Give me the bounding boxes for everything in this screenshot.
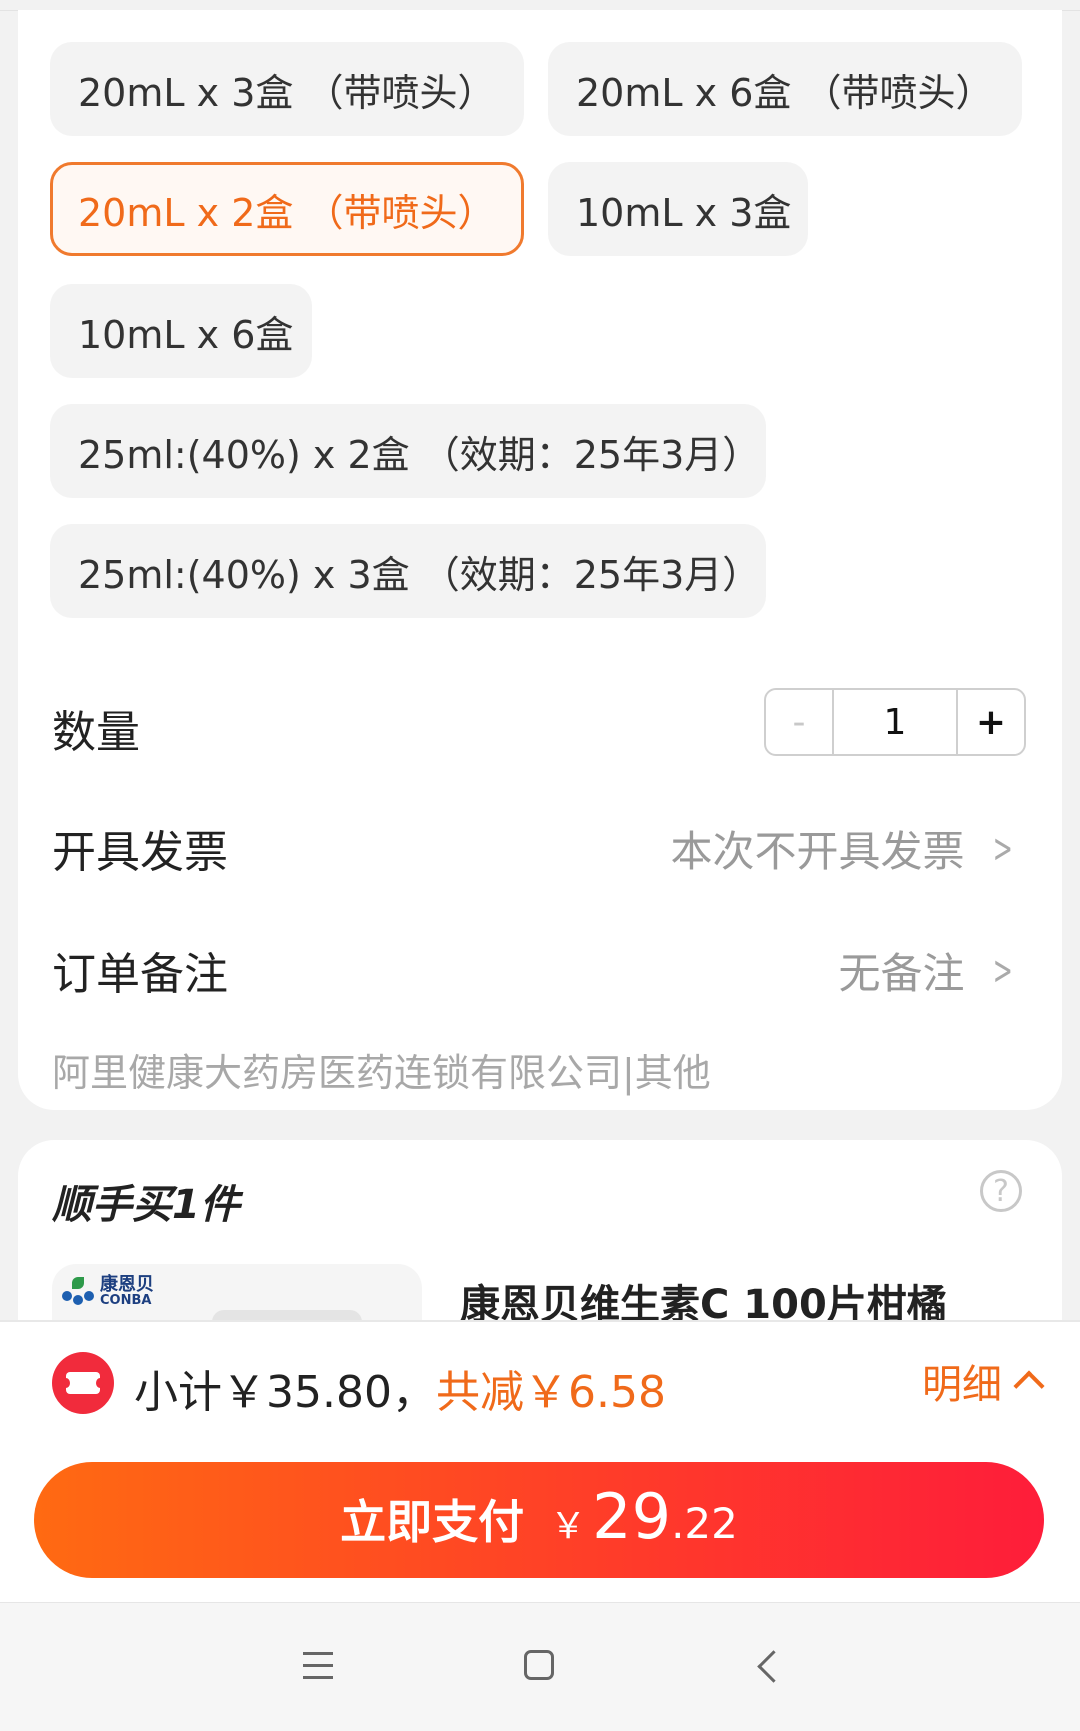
spec-option[interactable]: 20mL x 3盒 （带喷头） <box>50 42 524 136</box>
remark-label: 订单备注 <box>52 949 228 1000</box>
quantity-increase-button[interactable]: + <box>956 690 1024 754</box>
home-icon[interactable] <box>524 1650 554 1680</box>
brand-logo-cn: 康恩贝 <box>100 1274 154 1295</box>
quantity-stepper: - 1 + <box>764 688 1026 756</box>
pay-currency: ￥ <box>550 1506 587 1547</box>
discount-text: 共减￥6.58 <box>435 1367 666 1418</box>
remark-value: 无备注 <box>838 949 965 998</box>
brand-logo: 康恩贝 CONBA <box>62 1276 154 1307</box>
addon-title: 顺手买1件 <box>52 1182 240 1228</box>
spec-option[interactable]: 25ml:(40%) x 3盒 （效期：25年3月） <box>50 524 766 618</box>
pay-label: 立即支付 <box>340 1495 525 1549</box>
spec-option[interactable]: 10mL x 3盒 <box>548 162 808 256</box>
spec-option-selected[interactable]: 20mL x 2盒 （带喷头） <box>50 162 524 256</box>
invoice-value: 本次不开具发票 <box>670 827 965 876</box>
price-summary: 小计￥35.80，共减￥6.58 <box>134 1356 666 1420</box>
chevron-right-icon: > <box>993 947 1014 994</box>
brand-logo-mark <box>62 1276 94 1307</box>
chevron-up-icon <box>1013 1370 1045 1402</box>
ticket-icon <box>52 1352 114 1414</box>
remark-selector[interactable]: 无备注 > <box>838 940 1020 1001</box>
subtotal-text: 小计￥35.80， <box>134 1367 436 1418</box>
quantity-decrease-button[interactable]: - <box>766 690 834 754</box>
detail-toggle[interactable]: 明细 <box>922 1352 1045 1410</box>
chevron-right-icon: > <box>993 825 1014 872</box>
spec-option[interactable]: 20mL x 6盒 （带喷头） <box>548 42 1022 136</box>
pay-amount-decimal: .22 <box>671 1499 738 1548</box>
quantity-value[interactable]: 1 <box>834 690 956 754</box>
invoice-label: 开具发票 <box>52 827 228 878</box>
question-circle-icon[interactable]: ? <box>980 1170 1022 1212</box>
pay-amount-integer: 29 <box>592 1480 672 1553</box>
invoice-selector[interactable]: 本次不开具发票 > <box>670 818 1020 879</box>
pay-now-button[interactable]: 立即支付 ￥ 29 .22 <box>34 1462 1044 1578</box>
spec-option[interactable]: 10mL x 6盒 <box>50 284 312 378</box>
quantity-label: 数量 <box>52 707 140 758</box>
detail-label: 明细 <box>922 1362 1002 1408</box>
brand-logo-en: CONBA <box>100 1293 152 1308</box>
spec-option[interactable]: 25ml:(40%) x 2盒 （效期：25年3月） <box>50 404 766 498</box>
shop-name: 阿里健康大药房医药连锁有限公司|其他 <box>52 1051 711 1095</box>
menu-icon[interactable] <box>303 1652 333 1688</box>
